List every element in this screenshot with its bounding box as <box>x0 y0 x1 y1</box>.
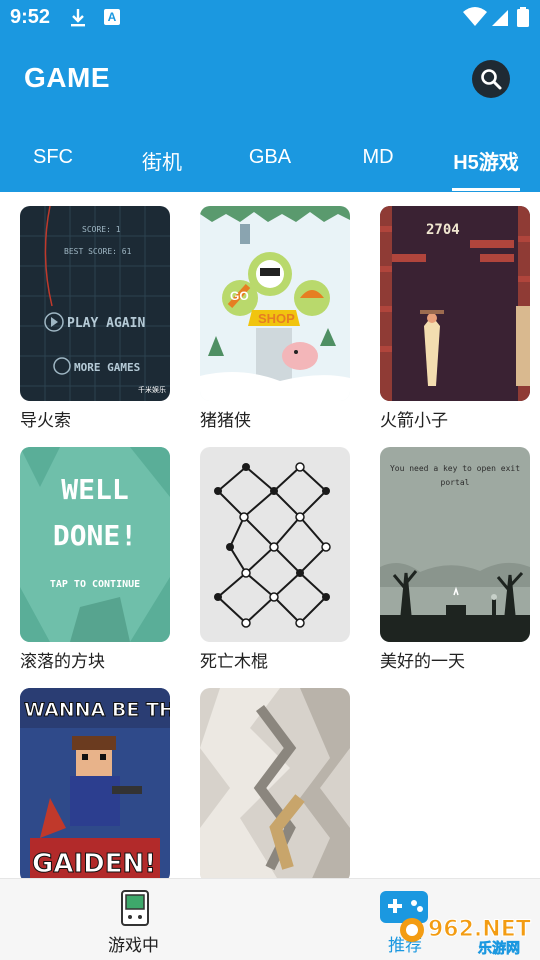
art-best-score: BEST SCORE: 61 <box>64 247 132 256</box>
category-tabs: SFC 街机 GBA MD H5游戏 <box>0 132 540 192</box>
search-icon <box>481 69 502 90</box>
tab-md[interactable]: MD <box>360 146 396 169</box>
game-thumbnail: WELL DONE! TAP TO CONTINUE <box>20 447 170 642</box>
active-tab-indicator <box>452 188 520 191</box>
game-title: 火箭小子 <box>380 411 448 430</box>
tab-arcade[interactable]: 街机 <box>140 146 184 175</box>
signal-icon <box>492 10 508 26</box>
art-more-games: MORE GAMES <box>74 361 140 374</box>
game-title: 美好的一天 <box>380 652 465 671</box>
app-bar: 9:52 A GAME SFC 街机 GBA MD H5游戏 <box>0 0 540 192</box>
art-play-again: PLAY AGAIN <box>67 316 145 331</box>
art-line2: portal <box>441 478 470 487</box>
nav-playing[interactable]: 游戏中 <box>98 879 172 960</box>
game-title: 滚落的方块 <box>20 652 105 671</box>
art-brand: 千米娱乐 <box>138 385 166 394</box>
game-thumbnail: WANNA BE THE GU GAIDEN! <box>20 688 170 883</box>
nav-playing-label: 游戏中 <box>108 936 159 955</box>
art-line2: GAIDEN! <box>32 849 156 879</box>
game-thumbnail: SCORE: 1 BEST SCORE: 61 PLAY AGAIN MORE … <box>20 206 170 401</box>
art-shop: SHOP <box>258 311 295 326</box>
site-watermark: 962.NET 乐游网 <box>400 917 531 956</box>
game-title: 导火索 <box>20 411 71 430</box>
game-title: 死亡木棍 <box>200 652 268 671</box>
game-thumbnail <box>200 688 350 883</box>
battery-icon <box>517 7 529 27</box>
art-score: 2704 <box>426 222 460 238</box>
game-thumbnail: You need a key to open exit portal <box>380 447 530 642</box>
art-line1: WELL <box>61 473 128 506</box>
download-icon <box>71 9 85 27</box>
game-title: 猪猪侠 <box>200 411 251 430</box>
status-time: 9:52 <box>10 6 51 28</box>
tab-gba[interactable]: GBA <box>248 146 292 169</box>
gameboy-icon <box>121 890 149 926</box>
status-bar: 9:52 A <box>0 0 540 36</box>
tab-sfc[interactable]: SFC <box>33 146 73 169</box>
a-notification-icon: A <box>104 9 120 25</box>
art-line1: WANNA BE THE GU <box>24 699 170 721</box>
watermark-brand: 962.NET <box>428 917 531 942</box>
art-line2: DONE! <box>53 519 137 552</box>
tab-h5-games[interactable]: H5游戏 <box>450 146 522 175</box>
game-thumbnail <box>200 447 350 642</box>
art-line3: TAP TO CONTINUE <box>50 579 140 590</box>
art-go: GO <box>230 289 249 303</box>
art-line1: You need a key to open exit <box>390 464 520 473</box>
search-button[interactable] <box>472 60 510 98</box>
app-title: GAME <box>24 62 110 93</box>
watermark-sub: 乐游网 <box>478 940 520 956</box>
wifi-icon <box>463 7 487 26</box>
game-thumbnail: GO SHOP <box>200 206 350 401</box>
game-thumbnail: 2704 <box>380 206 530 401</box>
art-score: SCORE: 1 <box>82 225 121 234</box>
